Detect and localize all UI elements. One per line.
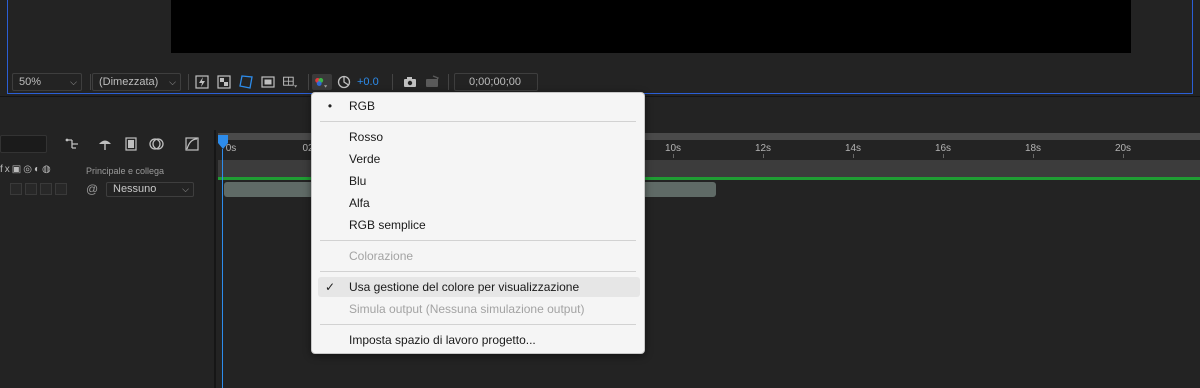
resolution-select[interactable]: (Dimezzata) ⌵	[92, 73, 181, 91]
menu-item-colorazione: Colorazione	[318, 246, 640, 266]
reset-exposure-icon[interactable]	[336, 74, 352, 90]
menu-item-simula-output: Simula output (Nessuna simulazione outpu…	[318, 299, 640, 319]
resolution-value: (Dimezzata)	[99, 76, 159, 88]
selected-bullet-icon: •	[327, 99, 333, 113]
tick-mark	[1033, 154, 1034, 158]
layer-switch-box[interactable]	[10, 183, 22, 195]
menu-item-blu[interactable]: Blu	[318, 171, 640, 191]
menu-item-alfa[interactable]: Alfa	[318, 193, 640, 213]
composition-viewer: 50% ⌵ (Dimezzata) ⌵ +0.0 0;00;00;00	[0, 0, 1200, 96]
camera-icon[interactable]	[402, 74, 418, 90]
layer-columns-header: fx▣◎◐◍ Principale e collega	[0, 163, 215, 181]
menu-item-label: RGB semplice	[349, 218, 426, 232]
menu-item-label: Verde	[349, 152, 381, 166]
tick-mark	[1123, 154, 1124, 158]
menu-item-label: Rosso	[349, 130, 384, 144]
chevron-down-icon: ⌵	[182, 184, 189, 194]
grid-guides-icon[interactable]	[282, 74, 302, 90]
tick-label: 20s	[1114, 143, 1132, 154]
panel-divider[interactable]	[214, 130, 216, 388]
layer-search-input[interactable]	[0, 135, 47, 153]
tick-mark	[763, 154, 764, 158]
menu-item-label: Blu	[349, 174, 367, 188]
layer-switch-box[interactable]	[25, 183, 37, 195]
tick-label: 16s	[934, 143, 952, 154]
tick-label: 14s	[844, 143, 862, 154]
tick-mark	[853, 154, 854, 158]
frame-blending-icon[interactable]	[123, 136, 139, 152]
menu-item-usa-gestione-colore[interactable]: ✓ Usa gestione del colore per visualizza…	[318, 277, 640, 297]
chevron-down-icon: ⌵	[169, 77, 176, 87]
toolbar-divider	[448, 74, 449, 90]
rgb-channels-icon	[315, 78, 328, 88]
zoom-value: 50%	[19, 76, 42, 88]
tick-mark	[943, 154, 944, 158]
toolbar-divider	[392, 74, 393, 90]
zoom-select[interactable]: 50% ⌵	[12, 73, 82, 91]
menu-item-verde[interactable]: Verde	[318, 149, 640, 169]
channel-color-button[interactable]	[312, 74, 332, 90]
tick-mark	[673, 154, 674, 158]
parent-select[interactable]: Nessuno ⌵	[106, 182, 194, 197]
toolbar-divider	[90, 74, 91, 90]
layer-switches-header: fx▣◎◐◍	[0, 164, 53, 175]
exposure-value[interactable]: +0.0	[357, 74, 379, 90]
chevron-down-icon: ⌵	[70, 77, 77, 87]
motion-blur-icon[interactable]	[149, 136, 165, 152]
menu-separator	[320, 324, 636, 325]
playhead-handle[interactable]	[217, 135, 229, 149]
menu-item-label: Simula output (Nessuna simulazione outpu…	[349, 302, 585, 316]
viewer-toolbar: 50% ⌵ (Dimezzata) ⌵ +0.0 0;00;00;00	[8, 71, 1192, 93]
parent-value: Nessuno	[113, 183, 157, 195]
tick-label: 12s	[754, 143, 772, 154]
fx-label: fx	[0, 164, 12, 175]
toolbar-divider	[188, 74, 189, 90]
menu-item-label: Alfa	[349, 196, 370, 210]
mask-visibility-icon[interactable]	[238, 74, 254, 90]
parent-column-header: Principale e collega	[86, 166, 165, 176]
layer-switch-box[interactable]	[40, 183, 52, 195]
menu-item-rosso[interactable]: Rosso	[318, 127, 640, 147]
menu-item-label: Usa gestione del colore per visualizzazi…	[349, 280, 580, 294]
tick-label: 10s	[664, 143, 682, 154]
menu-separator	[320, 240, 636, 241]
draft-3d-icon[interactable]	[97, 136, 113, 152]
menu-item-label: RGB	[349, 99, 376, 113]
region-of-interest-icon[interactable]	[260, 74, 276, 90]
show-snapshot-icon[interactable]	[424, 74, 440, 90]
menu-item-imposta-spazio-lavoro[interactable]: Imposta spazio di lavoro progetto...	[318, 330, 640, 350]
playhead-line	[222, 149, 223, 388]
current-time-field[interactable]: 0;00;00;00	[454, 73, 538, 91]
transparency-grid-icon[interactable]	[216, 74, 232, 90]
pick-whip-icon[interactable]: @	[86, 182, 98, 196]
menu-item-label: Colorazione	[349, 249, 414, 263]
menu-item-rgb-semplice[interactable]: RGB semplice	[318, 215, 640, 235]
composition-canvas[interactable]	[171, 0, 1131, 53]
tick-label: 18s	[1024, 143, 1042, 154]
channel-dropdown-menu: • RGB Rosso Verde Blu Alfa RGB semplice …	[311, 92, 645, 354]
menu-item-rgb[interactable]: • RGB	[318, 96, 640, 116]
menu-item-label: Imposta spazio di lavoro progetto...	[349, 333, 536, 347]
menu-separator	[320, 121, 636, 122]
composition-flowchart-icon[interactable]	[64, 136, 80, 152]
fast-preview-icon[interactable]	[194, 74, 210, 90]
menu-separator	[320, 271, 636, 272]
graph-editor-icon[interactable]	[184, 136, 200, 152]
layer-switch-box[interactable]	[55, 183, 67, 195]
check-icon: ✓	[324, 280, 336, 294]
toolbar-divider	[308, 74, 309, 90]
layer-row[interactable]: @ Nessuno ⌵	[0, 181, 215, 199]
